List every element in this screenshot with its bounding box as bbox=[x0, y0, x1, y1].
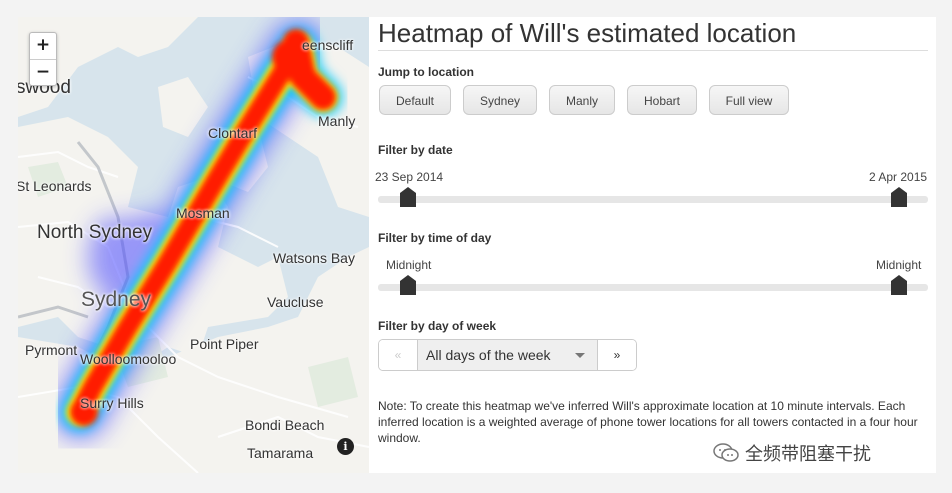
date-slider-track[interactable] bbox=[378, 196, 928, 203]
day-of-week-selector: « All days of the week » bbox=[378, 339, 637, 371]
date-heading: Filter by date bbox=[378, 143, 453, 157]
map-label-manly: Manly bbox=[318, 113, 356, 129]
map-label-st-leonards: St Leonards bbox=[18, 178, 92, 194]
map-label-mosman: Mosman bbox=[176, 205, 230, 221]
app-card: swood eenscliff Manly Clontarf St Leonar… bbox=[18, 17, 936, 473]
map-label-watsons-bay: Watsons Bay bbox=[273, 250, 355, 266]
wechat-icon bbox=[713, 443, 739, 468]
title-divider bbox=[378, 50, 928, 51]
map-label-north-sydney: North Sydney bbox=[37, 222, 153, 243]
date-from-handle[interactable] bbox=[400, 187, 416, 207]
date-to-handle[interactable] bbox=[891, 187, 907, 207]
watermark-text: 全频带阻塞干扰 bbox=[745, 444, 871, 464]
time-to-handle[interactable] bbox=[891, 275, 907, 295]
zoom-out-button[interactable]: − bbox=[30, 59, 56, 86]
methodology-note: Note: To create this heatmap we've infer… bbox=[378, 399, 918, 445]
attribution-info-icon[interactable]: i bbox=[337, 438, 354, 455]
date-from-label: 23 Sep 2014 bbox=[375, 170, 444, 184]
map-label-queenscliff: eenscliff bbox=[302, 37, 354, 53]
map-label-sydney: Sydney bbox=[81, 288, 152, 311]
map-label-point-piper: Point Piper bbox=[190, 336, 259, 352]
time-from-label: Midnight bbox=[386, 258, 432, 272]
time-heading: Filter by time of day bbox=[378, 231, 492, 245]
map-label-surry-hills: Surry Hills bbox=[80, 395, 144, 411]
week-heading: Filter by day of week bbox=[378, 319, 497, 333]
map-label-bondi-beach: Bondi Beach bbox=[245, 417, 325, 433]
jump-sydney-button[interactable]: Sydney bbox=[463, 85, 537, 115]
jump-hobart-button[interactable]: Hobart bbox=[627, 85, 697, 115]
time-to-label: Midnight bbox=[876, 258, 922, 272]
jump-heading: Jump to location bbox=[378, 65, 474, 79]
jump-full-view-button[interactable]: Full view bbox=[709, 85, 789, 115]
map-label-clontarf: Clontarf bbox=[208, 125, 258, 141]
map-label-vaucluse: Vaucluse bbox=[267, 294, 324, 310]
heatmap-map[interactable]: swood eenscliff Manly Clontarf St Leonar… bbox=[18, 17, 369, 473]
time-slider-track[interactable] bbox=[378, 284, 928, 291]
jump-default-button[interactable]: Default bbox=[379, 85, 451, 115]
page-title: Heatmap of Will's estimated location bbox=[378, 18, 797, 48]
zoom-in-button[interactable]: + bbox=[30, 33, 56, 59]
map-label-tamarama: Tamarama bbox=[247, 445, 314, 461]
zoom-control: + − bbox=[29, 32, 57, 86]
map-label-woolloomooloo: Woolloomooloo bbox=[80, 351, 177, 367]
chevron-down-icon bbox=[575, 353, 585, 358]
day-of-week-select[interactable]: All days of the week bbox=[417, 340, 598, 370]
time-from-handle[interactable] bbox=[400, 275, 416, 295]
prev-day-button[interactable]: « bbox=[379, 340, 417, 370]
watermark: 全频带阻塞干扰 bbox=[713, 440, 871, 468]
day-of-week-value: All days of the week bbox=[426, 347, 551, 363]
jump-manly-button[interactable]: Manly bbox=[549, 85, 615, 115]
map-label-pyrmont: Pyrmont bbox=[25, 342, 78, 358]
next-day-button[interactable]: » bbox=[598, 340, 636, 370]
date-to-label: 2 Apr 2015 bbox=[869, 170, 928, 184]
